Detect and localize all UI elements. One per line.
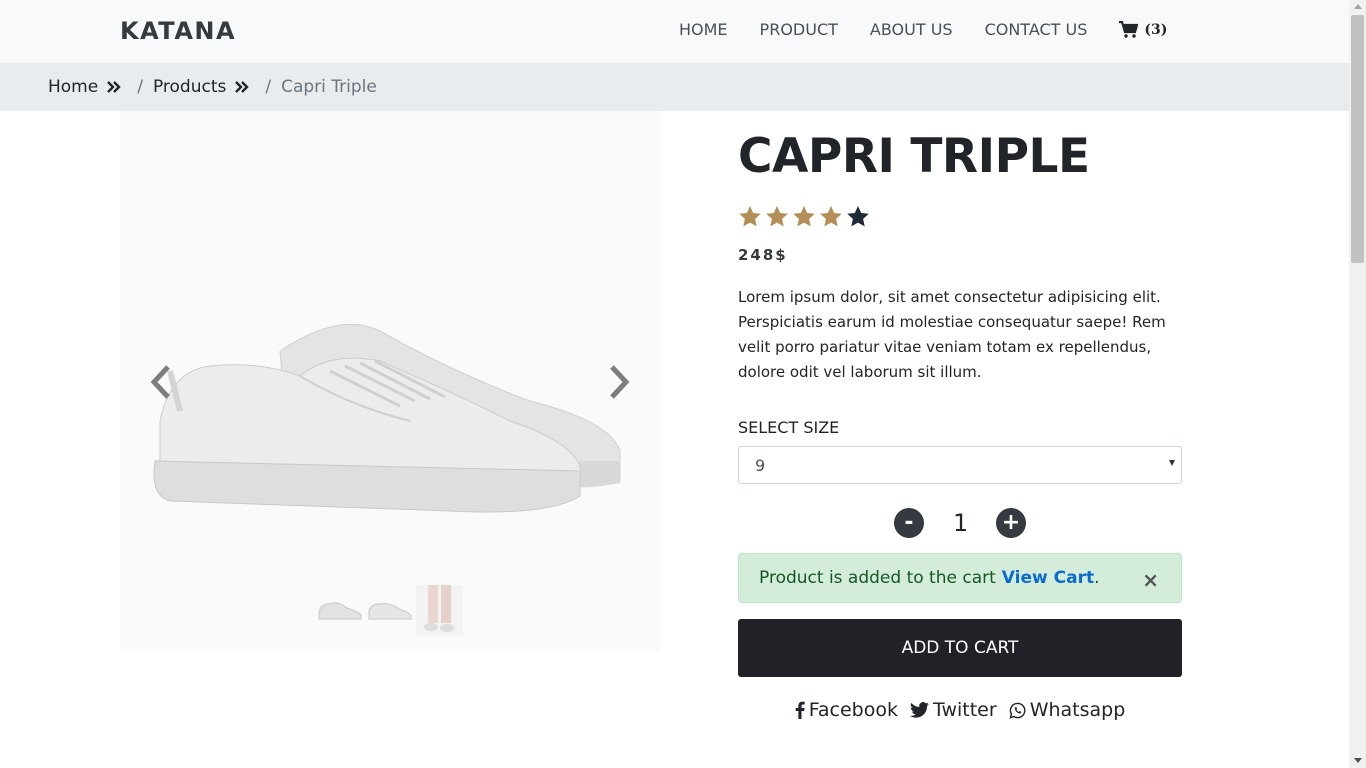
- thumbnail-model-image: [424, 585, 454, 632]
- quantity-value: 1: [953, 509, 969, 537]
- facebook-icon: [795, 701, 805, 719]
- star-filled-icon: [793, 206, 815, 227]
- thumbnail-shoe-image: [318, 602, 361, 620]
- carousel-prev-icon[interactable]: [148, 363, 174, 401]
- star-filled-icon: [820, 206, 842, 227]
- thumbnail[interactable]: [316, 585, 363, 635]
- add-to-cart-button[interactable]: ADD TO CART: [738, 619, 1182, 677]
- navbar: KATANA HOME PRODUCT ABOUT US CONTACT US …: [0, 0, 1349, 63]
- star-filled-icon: [739, 206, 761, 227]
- scroll-up-arrow-icon[interactable]: [1354, 4, 1362, 9]
- product-info: CAPRI TRIPLE 248$ Lorem ipsum dolor, sit…: [738, 111, 1182, 721]
- nav-links: HOME PRODUCT ABOUT US CONTACT US (3): [679, 20, 1167, 39]
- quantity-stepper: - 1 +: [738, 506, 1182, 540]
- share-whatsapp[interactable]: Whatsapp: [1009, 699, 1126, 721]
- breadcrumb-separator: /: [137, 77, 143, 97]
- nav-product[interactable]: PRODUCT: [760, 20, 838, 39]
- thumbnail-shoe-image: [368, 603, 411, 620]
- cart-count: (3): [1144, 21, 1168, 38]
- scrollbar-thumb[interactable]: [1351, 15, 1364, 263]
- share-twitter[interactable]: Twitter: [910, 699, 997, 721]
- caret-down-icon: [1169, 460, 1175, 466]
- nav-about[interactable]: ABOUT US: [870, 20, 953, 39]
- product-image: [153, 323, 621, 513]
- quantity-decrease-button[interactable]: -: [894, 508, 924, 538]
- product-title: CAPRI TRIPLE: [738, 129, 1090, 184]
- double-chevron-right-icon: [107, 81, 121, 93]
- breadcrumb-products[interactable]: Products: [152, 77, 250, 97]
- nav-home[interactable]: HOME: [679, 20, 728, 39]
- breadcrumb-home-label: Home: [48, 77, 99, 97]
- page-scrollbar[interactable]: [1349, 0, 1366, 768]
- twitter-label: Twitter: [933, 699, 997, 721]
- share-links: Facebook Twitter Whatsapp: [738, 699, 1182, 721]
- product-gallery: [120, 111, 660, 651]
- size-label: SELECT SIZE: [738, 418, 840, 437]
- breadcrumb-separator: /: [265, 77, 272, 97]
- rating-stars: [738, 205, 1182, 228]
- star-filled-icon: [766, 206, 788, 227]
- whatsapp-icon: [1009, 702, 1026, 719]
- thumbnail[interactable]: [366, 585, 413, 635]
- share-facebook[interactable]: Facebook: [795, 699, 898, 721]
- close-icon[interactable]: ×: [1142, 568, 1159, 592]
- whatsapp-label: Whatsapp: [1029, 699, 1126, 721]
- breadcrumb-home[interactable]: Home: [48, 77, 121, 97]
- size-select-value: 9: [755, 455, 766, 475]
- nav-contact[interactable]: CONTACT US: [985, 20, 1088, 39]
- twitter-icon: [910, 702, 929, 718]
- thumbnail-strip: [316, 585, 463, 635]
- alert-message: Product is added to the cart: [759, 568, 996, 588]
- breadcrumb-current: Capri Triple: [281, 77, 377, 97]
- shopping-cart-icon: [1119, 21, 1139, 38]
- breadcrumb-products-label: Products: [152, 77, 227, 97]
- cart-alert: Product is added to the cart View Cart .…: [738, 553, 1182, 603]
- view-cart-link[interactable]: View Cart: [1002, 568, 1094, 588]
- double-chevron-right-icon: [235, 81, 250, 93]
- breadcrumb: Home / Products / Capri Triple: [0, 63, 1349, 111]
- alert-period: .: [1094, 568, 1100, 588]
- facebook-label: Facebook: [808, 699, 898, 721]
- cart-link[interactable]: (3): [1119, 21, 1167, 38]
- star-empty-icon: [847, 206, 869, 227]
- quantity-increase-button[interactable]: +: [996, 508, 1026, 538]
- size-select[interactable]: 9: [738, 446, 1182, 484]
- scroll-down-arrow-icon[interactable]: [1354, 758, 1362, 763]
- thumbnail[interactable]: [416, 585, 463, 635]
- product-price: 248$: [738, 246, 788, 264]
- carousel-next-icon[interactable]: [606, 363, 632, 401]
- product-description: Lorem ipsum dolor, sit amet consectetur …: [738, 288, 1166, 381]
- brand-logo[interactable]: KATANA: [120, 17, 236, 45]
